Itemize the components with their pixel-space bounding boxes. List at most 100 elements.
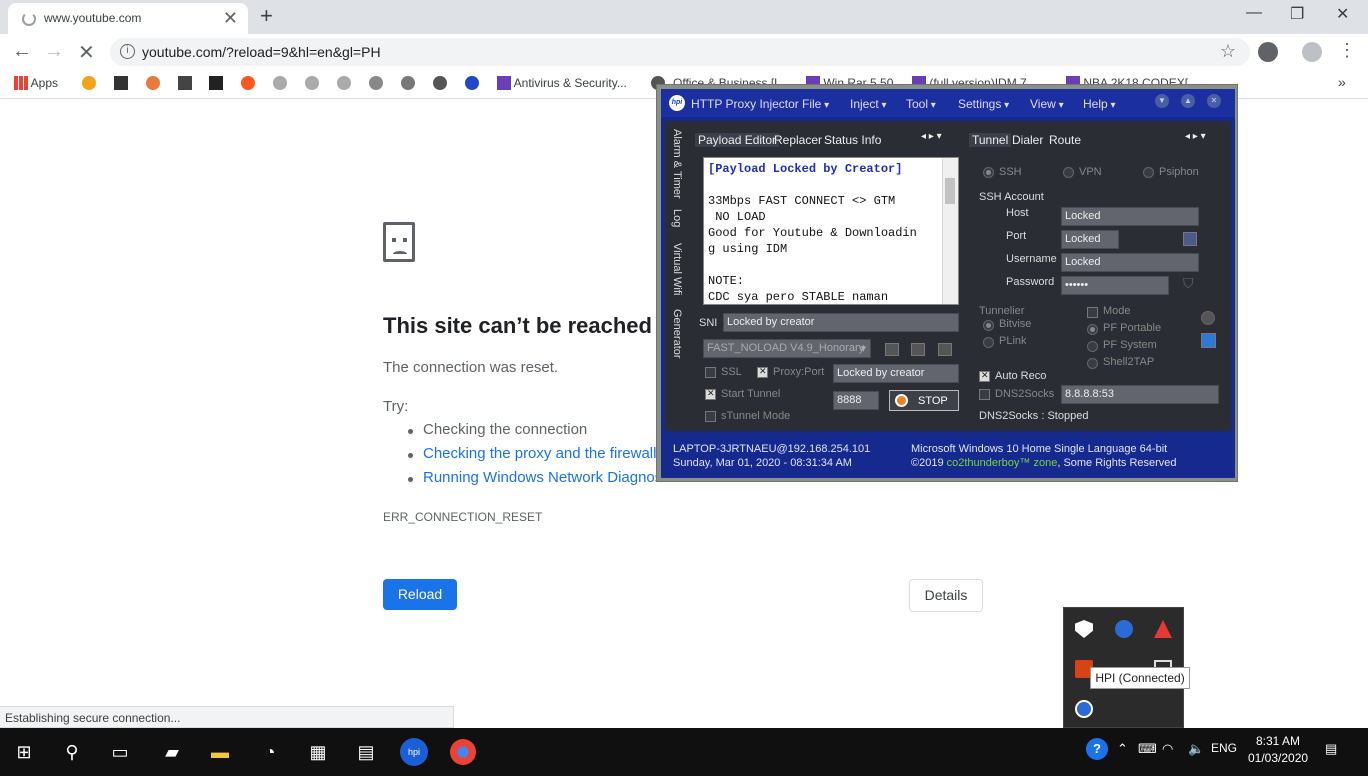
forward-button[interactable]: → <box>44 40 64 63</box>
address-bar[interactable]: i youtube.com/?reload=9&hl=en&gl=PH ☆ <box>110 38 1250 66</box>
bookmark-icon-1[interactable] <box>82 76 104 92</box>
profile-avatar[interactable] <box>1302 42 1322 62</box>
side-tab-virtual-wifi[interactable]: Virtual Wifi <box>671 243 683 295</box>
bookmark-icon-8[interactable] <box>305 76 327 92</box>
close-window-button[interactable]: ✕ <box>1336 4 1349 24</box>
extension-icon[interactable] <box>1258 42 1278 62</box>
mode-checkbox[interactable] <box>1087 307 1098 318</box>
menu-tool[interactable]: Tool <box>906 97 936 111</box>
dns-field[interactable]: 8.8.8.8:53 <box>1061 385 1219 404</box>
taskbar-clock[interactable]: 8:31 AM 01/03/2020 <box>1248 733 1308 767</box>
tab-route[interactable]: Route <box>1049 133 1081 147</box>
menu-file[interactable]: File <box>802 97 829 111</box>
sticky-notes-icon[interactable]: ▰ <box>156 736 188 768</box>
hpi-tray-icon[interactable] <box>1075 700 1093 718</box>
task-view-icon[interactable]: ▭ <box>104 736 136 768</box>
payload-scrollbar[interactable] <box>942 158 958 304</box>
minimize-button[interactable]: — <box>1246 4 1262 22</box>
suggestion-network-diagnostics-link[interactable]: Running Windows Network Diagnostics <box>423 469 685 486</box>
bookmark-icon-13[interactable] <box>465 76 487 92</box>
mode-psiphon-radio[interactable] <box>1143 167 1154 178</box>
bookmark-icon-10[interactable] <box>369 76 391 92</box>
proxy-field[interactable]: Locked by creator <box>833 364 959 383</box>
chrome-taskbar-icon[interactable] <box>450 739 476 765</box>
proxy-port-field[interactable]: 8888 <box>833 391 879 410</box>
dns2socks-checkbox[interactable] <box>979 389 990 400</box>
bookmark-antivirus[interactable]: Antivirus & Security... <box>497 76 627 92</box>
tab-payload-editor[interactable]: Payload Editor <box>695 133 780 147</box>
suggestion-check-proxy-link[interactable]: Checking the proxy and the firewall <box>423 445 656 462</box>
bookmark-icon-9[interactable] <box>337 76 359 92</box>
url-text[interactable]: youtube.com/?reload=9&hl=en&gl=PH <box>142 44 381 60</box>
hpi-topmost-icon[interactable]: ▲ <box>1181 94 1195 108</box>
bookmark-icon-5[interactable] <box>209 76 223 92</box>
mode-pf-system-radio[interactable] <box>1087 341 1098 352</box>
tunnelier-bitvise-radio[interactable] <box>983 320 994 331</box>
bookmarks-overflow-button[interactable]: » <box>1338 74 1346 90</box>
bookmark-icon-11[interactable] <box>401 76 423 92</box>
clock-app-icon[interactable]: ◔ <box>254 736 286 768</box>
browser-tab[interactable]: www.youtube.com ✕ <box>8 3 248 34</box>
calculator-icon[interactable]: ▤ <box>350 736 382 768</box>
start-tunnel-checkbox[interactable] <box>705 388 716 400</box>
calendar-icon[interactable]: ▦ <box>302 736 334 768</box>
menu-inject[interactable]: Inject <box>850 97 887 111</box>
proxy-port-checkbox[interactable] <box>757 366 768 378</box>
ssl-checkbox[interactable] <box>705 367 716 378</box>
mode-shell2tap-radio[interactable] <box>1087 358 1098 369</box>
username-field[interactable]: Locked <box>1061 253 1199 272</box>
site-info-icon[interactable]: i <box>120 44 135 59</box>
side-tab-generator[interactable]: Generator <box>671 309 683 359</box>
bookmark-icon-6[interactable] <box>241 76 263 92</box>
tray-overflow-icon[interactable]: ⌃ <box>1117 741 1128 757</box>
hpi-taskbar-icon[interactable]: hpi <box>400 738 428 766</box>
side-tab-log[interactable]: Log <box>671 209 683 227</box>
mode-vpn-radio[interactable] <box>1063 167 1074 178</box>
tab-status-info[interactable]: Status Info <box>824 133 881 147</box>
hpi-title-bar[interactable]: hpi HTTP Proxy Injector File Inject Tool… <box>661 89 1235 117</box>
hpi-close-icon[interactable]: ✕ <box>1207 94 1221 108</box>
volume-icon[interactable]: 🔈 <box>1188 741 1204 757</box>
mode-pf-portable-radio[interactable] <box>1087 324 1098 335</box>
help-icon[interactable]: ? <box>1086 738 1108 760</box>
details-button[interactable]: Details <box>909 579 983 612</box>
host-field[interactable]: Locked <box>1061 207 1199 226</box>
menu-view[interactable]: View <box>1030 97 1064 111</box>
new-tab-button[interactable]: + <box>260 3 273 29</box>
save-ssh-icon[interactable] <box>1183 232 1197 246</box>
save-icon[interactable] <box>885 343 899 356</box>
stop-loading-button[interactable]: ✕ <box>78 40 95 65</box>
reload-button[interactable]: Reload <box>383 579 457 610</box>
port-field[interactable]: Locked <box>1061 230 1119 249</box>
sni-field[interactable]: Locked by creator <box>723 313 959 332</box>
auto-reco-checkbox[interactable] <box>979 370 990 382</box>
tab-close-icon[interactable]: ✕ <box>223 8 238 29</box>
open-icon[interactable] <box>938 343 952 356</box>
password-field[interactable]: •••••• <box>1061 276 1169 295</box>
profile-select[interactable]: FAST_NOLOAD V4.9_Honorary ▾ <box>703 339 871 358</box>
search-icon[interactable]: ⚲ <box>56 736 88 768</box>
bookmark-icon-2[interactable] <box>114 76 128 92</box>
bookmark-apps[interactable]: Apps <box>14 76 58 92</box>
payload-editor[interactable]: [Payload Locked by Creator] 33Mbps FAST … <box>703 157 959 305</box>
bookmark-icon-12[interactable] <box>433 76 455 92</box>
network-icon[interactable]: ⌨ <box>1138 741 1157 757</box>
network-globe-icon[interactable] <box>1115 620 1133 638</box>
menu-help[interactable]: Help <box>1083 97 1116 111</box>
start-button[interactable]: ⊞ <box>8 736 40 768</box>
right-tabs-scroll-icon[interactable]: ◂ ▸ ▾ <box>1185 131 1206 142</box>
wifi-icon[interactable]: ◠ <box>1162 741 1173 757</box>
stunnel-mode-checkbox[interactable] <box>705 411 716 422</box>
bookmark-star-icon[interactable]: ☆ <box>1220 41 1236 62</box>
menu-icon[interactable]: ⋮ <box>1338 40 1356 61</box>
bookmark-icon-4[interactable] <box>178 76 192 92</box>
tab-tunnel[interactable]: Tunnel <box>969 133 1012 147</box>
restore-button[interactable]: ❐ <box>1290 4 1304 24</box>
left-tabs-scroll-icon[interactable]: ◂ ▸ ▾ <box>921 131 942 142</box>
stop-button[interactable]: STOP <box>889 390 959 411</box>
settings-gear-icon[interactable] <box>1201 311 1215 325</box>
tab-replacer[interactable]: Replacer <box>774 133 822 147</box>
language-indicator[interactable]: ENG <box>1211 741 1237 755</box>
security-shield-icon[interactable] <box>1075 620 1093 638</box>
bookmark-icon-3[interactable] <box>146 76 168 92</box>
